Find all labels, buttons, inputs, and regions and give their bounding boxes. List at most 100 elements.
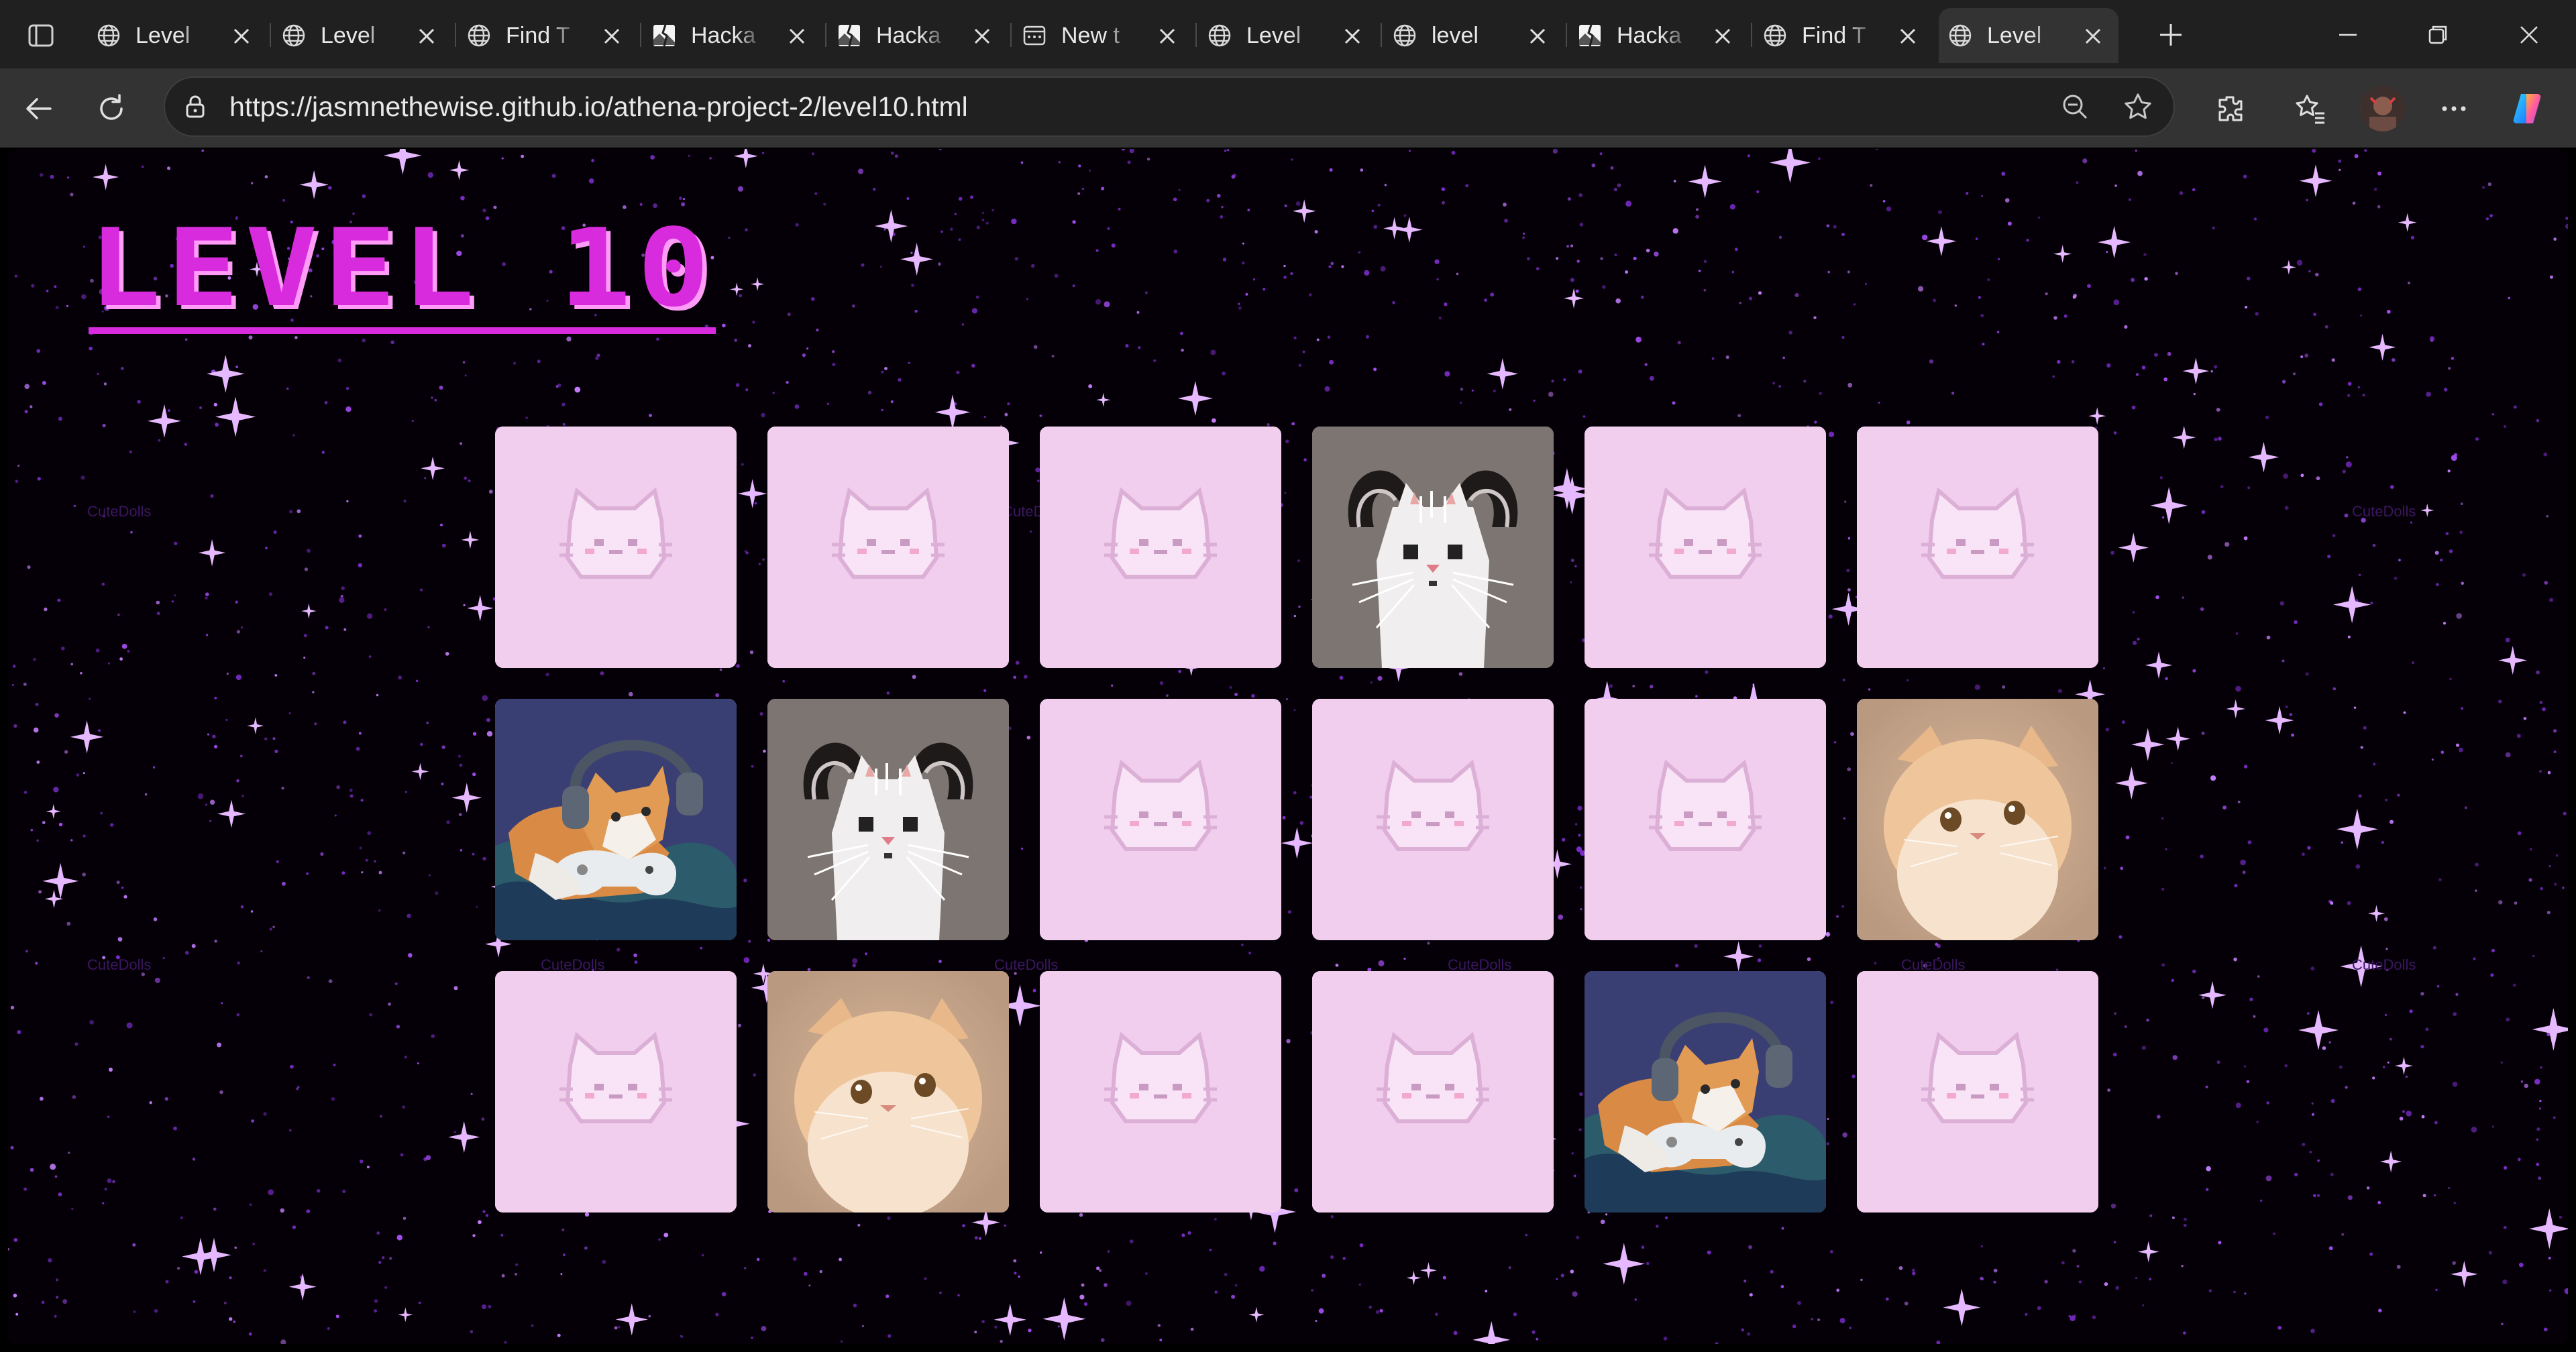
- close-tab-icon[interactable]: [228, 23, 255, 50]
- watermark: CuteDolls: [87, 956, 152, 973]
- tab-separator: [1010, 23, 1012, 47]
- back-button[interactable]: [17, 87, 60, 130]
- memory-card-revealed[interactable]: [1585, 971, 1826, 1213]
- browser-tab[interactable]: Level: [1198, 8, 1378, 63]
- browser-tab[interactable]: level: [1383, 8, 1563, 63]
- memory-card-hidden[interactable]: [1857, 971, 2098, 1213]
- tab-title: Level: [1987, 22, 2042, 48]
- memory-card-hidden[interactable]: [1040, 427, 1281, 668]
- watermark: CuteDolls: [87, 503, 152, 520]
- pixel-cat-back-image: [1585, 427, 1826, 668]
- close-tab-icon[interactable]: [1154, 23, 1181, 50]
- profile-avatar[interactable]: [2360, 86, 2406, 131]
- browser-tab[interactable]: Level: [87, 8, 267, 63]
- broken-image-icon: [649, 21, 679, 50]
- memory-card-revealed[interactable]: [1857, 699, 2098, 940]
- globe-icon: [1390, 21, 1419, 50]
- memory-card-hidden[interactable]: [495, 427, 737, 668]
- tab-title: Level: [136, 22, 191, 48]
- new-tab-button[interactable]: [2151, 15, 2191, 55]
- globe-icon: [1205, 21, 1234, 50]
- copilot-icon[interactable]: [2506, 86, 2552, 131]
- memory-card-hidden[interactable]: [1857, 427, 2098, 668]
- favorite-star-icon[interactable]: [2120, 89, 2156, 125]
- close-tab-icon[interactable]: [784, 23, 810, 50]
- pixel-cat-back-image: [767, 427, 1009, 668]
- url-text[interactable]: https://jasmnethewise.github.io/athena-p…: [229, 78, 968, 135]
- toolbar: https://jasmnethewise.github.io/athena-p…: [0, 68, 2576, 148]
- gamer-cat-headphones-image: [495, 699, 737, 940]
- tab-separator: [455, 23, 456, 47]
- globe-icon: [279, 21, 309, 50]
- broken-image-icon: [1575, 21, 1605, 50]
- memory-card-hidden[interactable]: [1585, 699, 1826, 940]
- globe-icon: [1945, 21, 1975, 50]
- tab-title: Find T: [506, 22, 570, 48]
- memory-card-revealed[interactable]: [1312, 427, 1554, 668]
- level-title: LEVEL 10: [89, 215, 716, 334]
- zoom-out-icon[interactable]: [2057, 89, 2093, 125]
- globe-icon: [464, 21, 494, 50]
- browser-tab[interactable]: Find T: [458, 8, 637, 63]
- pixel-cat-back-image: [495, 427, 737, 668]
- tab-separator: [1751, 23, 1752, 47]
- more-menu-icon[interactable]: [2432, 87, 2475, 130]
- memory-card-hidden[interactable]: [1585, 427, 1826, 668]
- pixel-cat-back-image: [495, 971, 737, 1213]
- pixel-cat-back-image: [1040, 971, 1281, 1213]
- tab-separator: [1195, 23, 1197, 47]
- browser-tab[interactable]: Level: [1939, 8, 2118, 63]
- close-tab-icon[interactable]: [1709, 23, 1736, 50]
- pixel-cat-back-image: [1312, 699, 1554, 940]
- browser-tab[interactable]: Hacka: [828, 8, 1008, 63]
- browser-tab[interactable]: Level: [272, 8, 452, 63]
- memory-card-hidden[interactable]: [1040, 971, 1281, 1213]
- close-tab-icon[interactable]: [969, 23, 996, 50]
- close-tab-icon[interactable]: [1894, 23, 1921, 50]
- fluffy-orange-cat-image: [767, 971, 1009, 1213]
- pixel-cat-back-image: [1040, 427, 1281, 668]
- restore-button[interactable]: [2418, 15, 2458, 55]
- tab-separator: [640, 23, 641, 47]
- refresh-button[interactable]: [90, 87, 133, 130]
- close-window-button[interactable]: [2509, 15, 2549, 55]
- minimize-button[interactable]: [2328, 15, 2368, 55]
- watermark: CuteDolls: [2352, 956, 2416, 973]
- browser-tab[interactable]: Hacka: [643, 8, 822, 63]
- globe-icon: [94, 21, 123, 50]
- memory-card-hidden[interactable]: [767, 427, 1009, 668]
- favorites-icon[interactable]: [2289, 87, 2332, 130]
- memory-card-hidden[interactable]: [495, 971, 737, 1213]
- tab-title: Hacka: [691, 22, 756, 48]
- tab-separator: [1566, 23, 1567, 47]
- pixel-cat-back-image: [1312, 971, 1554, 1213]
- close-tab-icon[interactable]: [598, 23, 625, 50]
- tab-actions-icon[interactable]: [24, 19, 58, 52]
- extensions-icon[interactable]: [2208, 87, 2251, 130]
- memory-card-hidden[interactable]: [1040, 699, 1281, 940]
- lock-icon[interactable]: [178, 90, 212, 123]
- tab-separator: [825, 23, 826, 47]
- pixel-cat-back-image: [1585, 699, 1826, 940]
- memory-card-hidden[interactable]: [1312, 971, 1554, 1213]
- address-bar[interactable]: https://jasmnethewise.github.io/athena-p…: [164, 76, 2175, 137]
- pixel-cat-back-image: [1857, 971, 2098, 1213]
- memory-card-revealed[interactable]: [495, 699, 737, 940]
- close-tab-icon[interactable]: [1524, 23, 1551, 50]
- close-tab-icon[interactable]: [2080, 23, 2106, 50]
- memory-card-revealed[interactable]: [767, 699, 1009, 940]
- close-tab-icon[interactable]: [1339, 23, 1366, 50]
- memory-card-hidden[interactable]: [1312, 699, 1554, 940]
- tab-title: Find T: [1802, 22, 1866, 48]
- fluffy-orange-cat-image: [1857, 699, 2098, 940]
- globe-icon: [1760, 21, 1790, 50]
- browser-tab[interactable]: Find T: [1754, 8, 1933, 63]
- pixel-cat-back-image: [1040, 699, 1281, 940]
- pixel-cat-back-image: [1857, 427, 2098, 668]
- memory-card-revealed[interactable]: [767, 971, 1009, 1213]
- game-page: CuteDolls CuteDolls CuteDolls CuteDolls …: [8, 149, 2568, 1344]
- browser-tab[interactable]: New t: [1013, 8, 1193, 63]
- close-tab-icon[interactable]: [413, 23, 440, 50]
- tab-title: New t: [1061, 22, 1120, 48]
- browser-tab[interactable]: Hacka: [1568, 8, 1748, 63]
